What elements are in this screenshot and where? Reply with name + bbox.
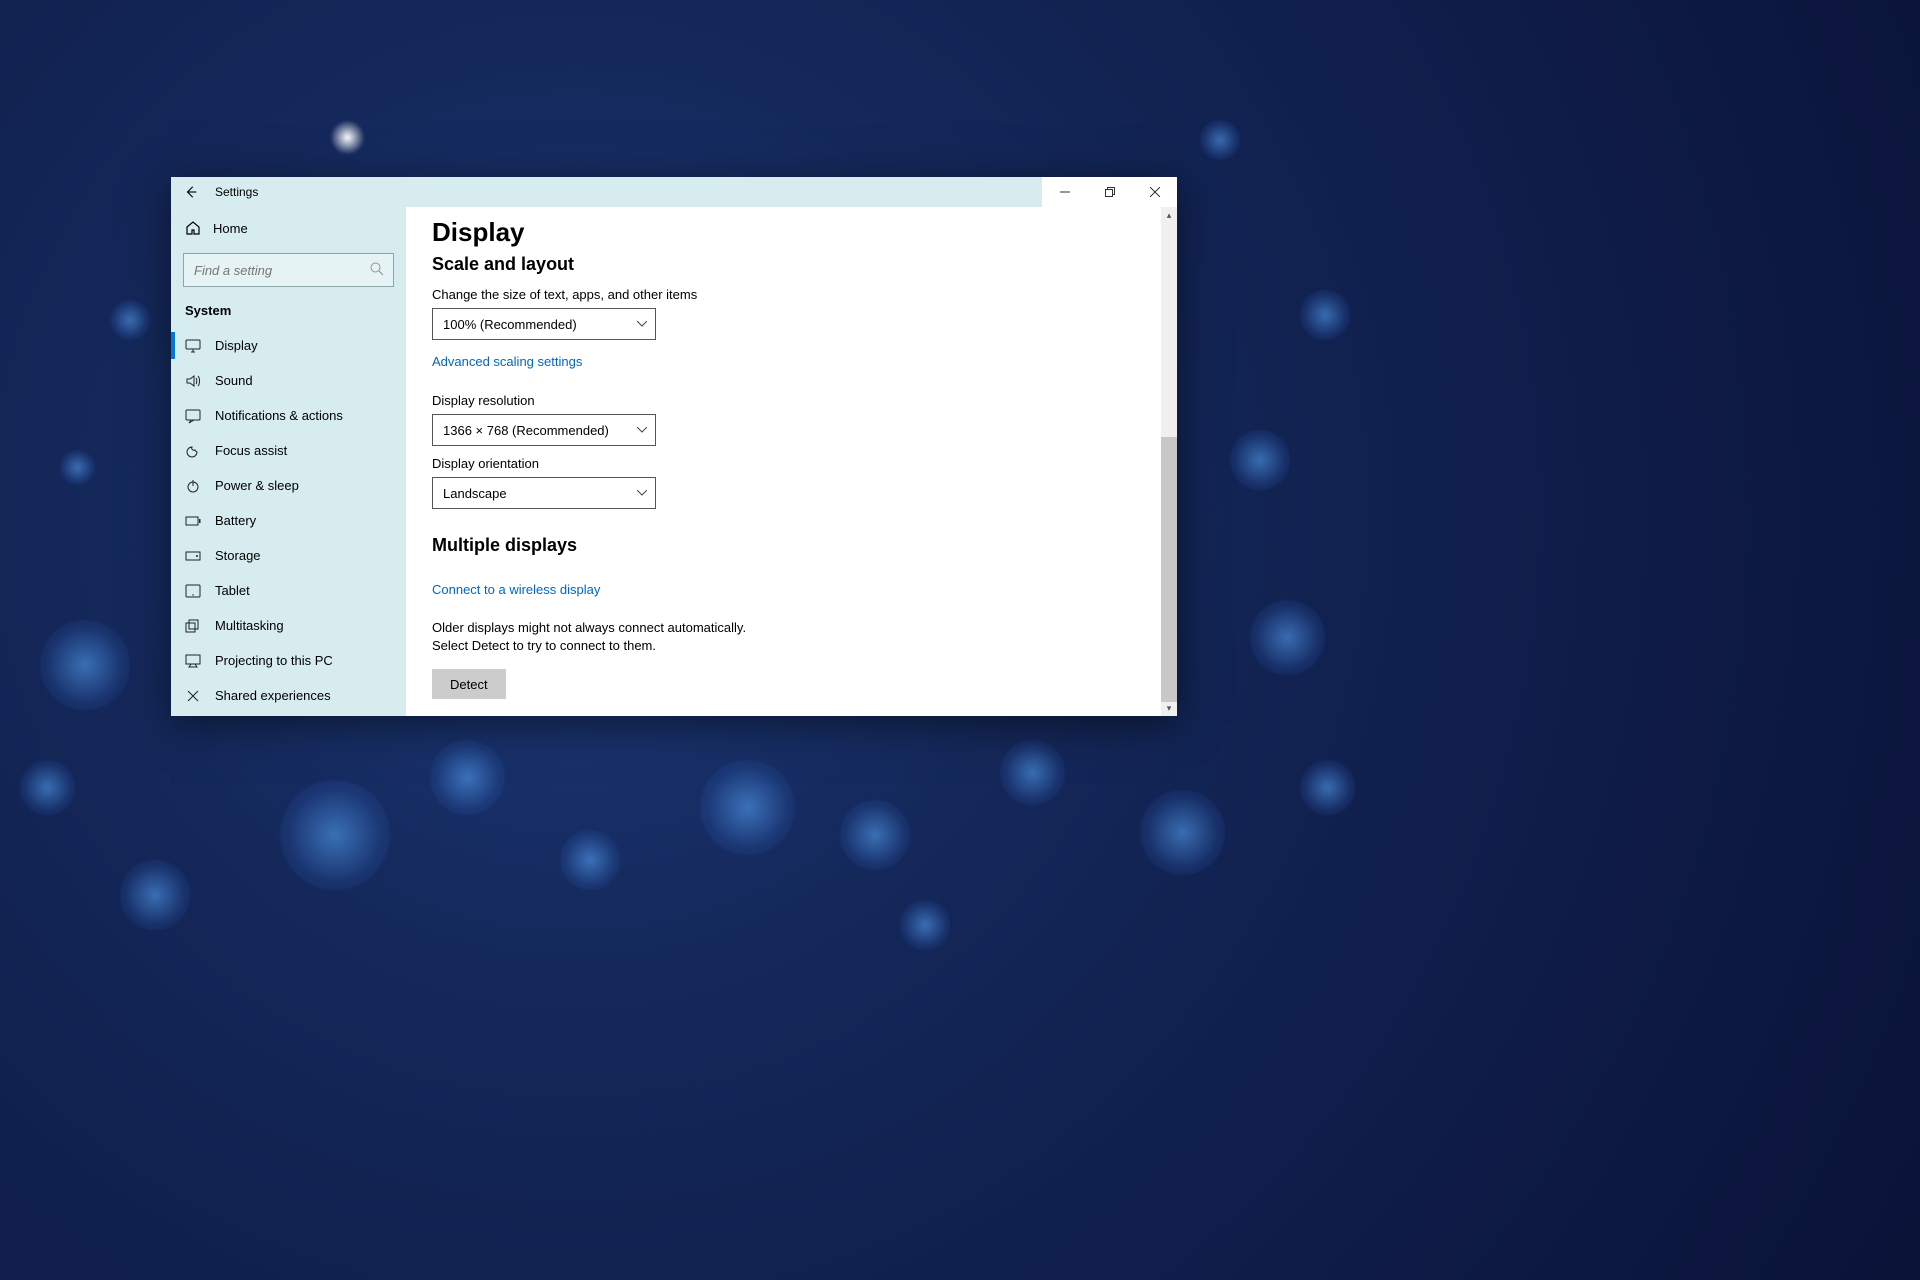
detect-description: Older displays might not always connect … bbox=[432, 619, 762, 655]
display-icon bbox=[185, 338, 201, 354]
sidebar-item-display[interactable]: Display bbox=[171, 328, 406, 363]
section-multiple-heading: Multiple displays bbox=[432, 535, 1172, 556]
sidebar-item-label: Projecting to this PC bbox=[215, 653, 333, 668]
home-label: Home bbox=[213, 221, 248, 236]
sidebar-item-label: Notifications & actions bbox=[215, 408, 343, 423]
sidebar-item-label: Focus assist bbox=[215, 443, 287, 458]
minimize-button[interactable] bbox=[1042, 177, 1087, 207]
sidebar-item-projecting[interactable]: Projecting to this PC bbox=[171, 643, 406, 678]
sidebar-item-tablet[interactable]: Tablet bbox=[171, 573, 406, 608]
sidebar-item-focus-assist[interactable]: Focus assist bbox=[171, 433, 406, 468]
desktop-wallpaper: Settings Home System bbox=[0, 0, 1920, 1280]
caption-buttons bbox=[1042, 177, 1177, 207]
chevron-down-icon bbox=[637, 427, 647, 433]
home-button[interactable]: Home bbox=[171, 211, 406, 245]
resolution-label: Display resolution bbox=[432, 393, 1172, 408]
resolution-dropdown[interactable]: 1366 × 768 (Recommended) bbox=[432, 414, 656, 446]
orientation-dropdown[interactable]: Landscape bbox=[432, 477, 656, 509]
storage-icon bbox=[185, 548, 201, 564]
projecting-icon bbox=[185, 653, 201, 669]
search-input[interactable] bbox=[184, 263, 393, 278]
sidebar-item-power-sleep[interactable]: Power & sleep bbox=[171, 468, 406, 503]
scale-dropdown[interactable]: 100% (Recommended) bbox=[432, 308, 656, 340]
sidebar-item-label: Storage bbox=[215, 548, 261, 563]
notifications-icon bbox=[185, 408, 201, 424]
shared-icon bbox=[185, 688, 201, 704]
sidebar-item-notifications[interactable]: Notifications & actions bbox=[171, 398, 406, 433]
sidebar-item-multitasking[interactable]: Multitasking bbox=[171, 608, 406, 643]
power-icon bbox=[185, 478, 201, 494]
titlebar[interactable]: Settings bbox=[171, 177, 1177, 207]
wireless-display-link[interactable]: Connect to a wireless display bbox=[432, 582, 600, 597]
back-button[interactable] bbox=[171, 177, 211, 207]
focus-assist-icon bbox=[185, 443, 201, 459]
search-icon bbox=[369, 261, 385, 277]
orientation-label: Display orientation bbox=[432, 456, 1172, 471]
window-title: Settings bbox=[211, 185, 258, 199]
sidebar-item-label: Multitasking bbox=[215, 618, 284, 633]
sidebar-item-label: Display bbox=[215, 338, 258, 353]
maximize-button[interactable] bbox=[1087, 177, 1132, 207]
sound-icon bbox=[185, 373, 201, 389]
scroll-down-arrow[interactable]: ▾ bbox=[1161, 700, 1177, 716]
sidebar-item-storage[interactable]: Storage bbox=[171, 538, 406, 573]
scale-value: 100% (Recommended) bbox=[443, 317, 577, 332]
scroll-up-arrow[interactable]: ▴ bbox=[1161, 207, 1177, 223]
advanced-scaling-link[interactable]: Advanced scaling settings bbox=[432, 354, 582, 369]
scale-label: Change the size of text, apps, and other… bbox=[432, 287, 1172, 302]
sidebar-item-label: Shared experiences bbox=[215, 688, 331, 703]
category-label: System bbox=[171, 295, 406, 328]
sidebar-menu: Display Sound Notifications & actions Fo… bbox=[171, 328, 406, 713]
scrollbar-thumb[interactable] bbox=[1161, 437, 1177, 702]
sidebar-item-label: Battery bbox=[215, 513, 256, 528]
sidebar-item-label: Sound bbox=[215, 373, 253, 388]
resolution-value: 1366 × 768 (Recommended) bbox=[443, 423, 609, 438]
orientation-value: Landscape bbox=[443, 486, 507, 501]
page-title: Display bbox=[432, 217, 1172, 248]
vertical-scrollbar[interactable]: ▴ ▾ bbox=[1161, 207, 1177, 716]
sidebar-item-label: Tablet bbox=[215, 583, 250, 598]
battery-icon bbox=[185, 513, 201, 529]
chevron-down-icon bbox=[637, 490, 647, 496]
sidebar-item-battery[interactable]: Battery bbox=[171, 503, 406, 538]
close-button[interactable] bbox=[1132, 177, 1177, 207]
settings-window: Settings Home System bbox=[171, 177, 1177, 716]
sidebar-item-sound[interactable]: Sound bbox=[171, 363, 406, 398]
section-scale-heading: Scale and layout bbox=[432, 254, 1172, 275]
sidebar-item-label: Power & sleep bbox=[215, 478, 299, 493]
tablet-icon bbox=[185, 583, 201, 599]
detect-button[interactable]: Detect bbox=[432, 669, 506, 699]
content-pane: Display Scale and layout Change the size… bbox=[406, 207, 1177, 716]
multitasking-icon bbox=[185, 618, 201, 634]
chevron-down-icon bbox=[637, 321, 647, 327]
sidebar: Home System Display Sound bbox=[171, 207, 406, 716]
home-icon bbox=[185, 220, 201, 236]
sidebar-item-shared-experiences[interactable]: Shared experiences bbox=[171, 678, 406, 713]
search-box[interactable] bbox=[183, 253, 394, 287]
